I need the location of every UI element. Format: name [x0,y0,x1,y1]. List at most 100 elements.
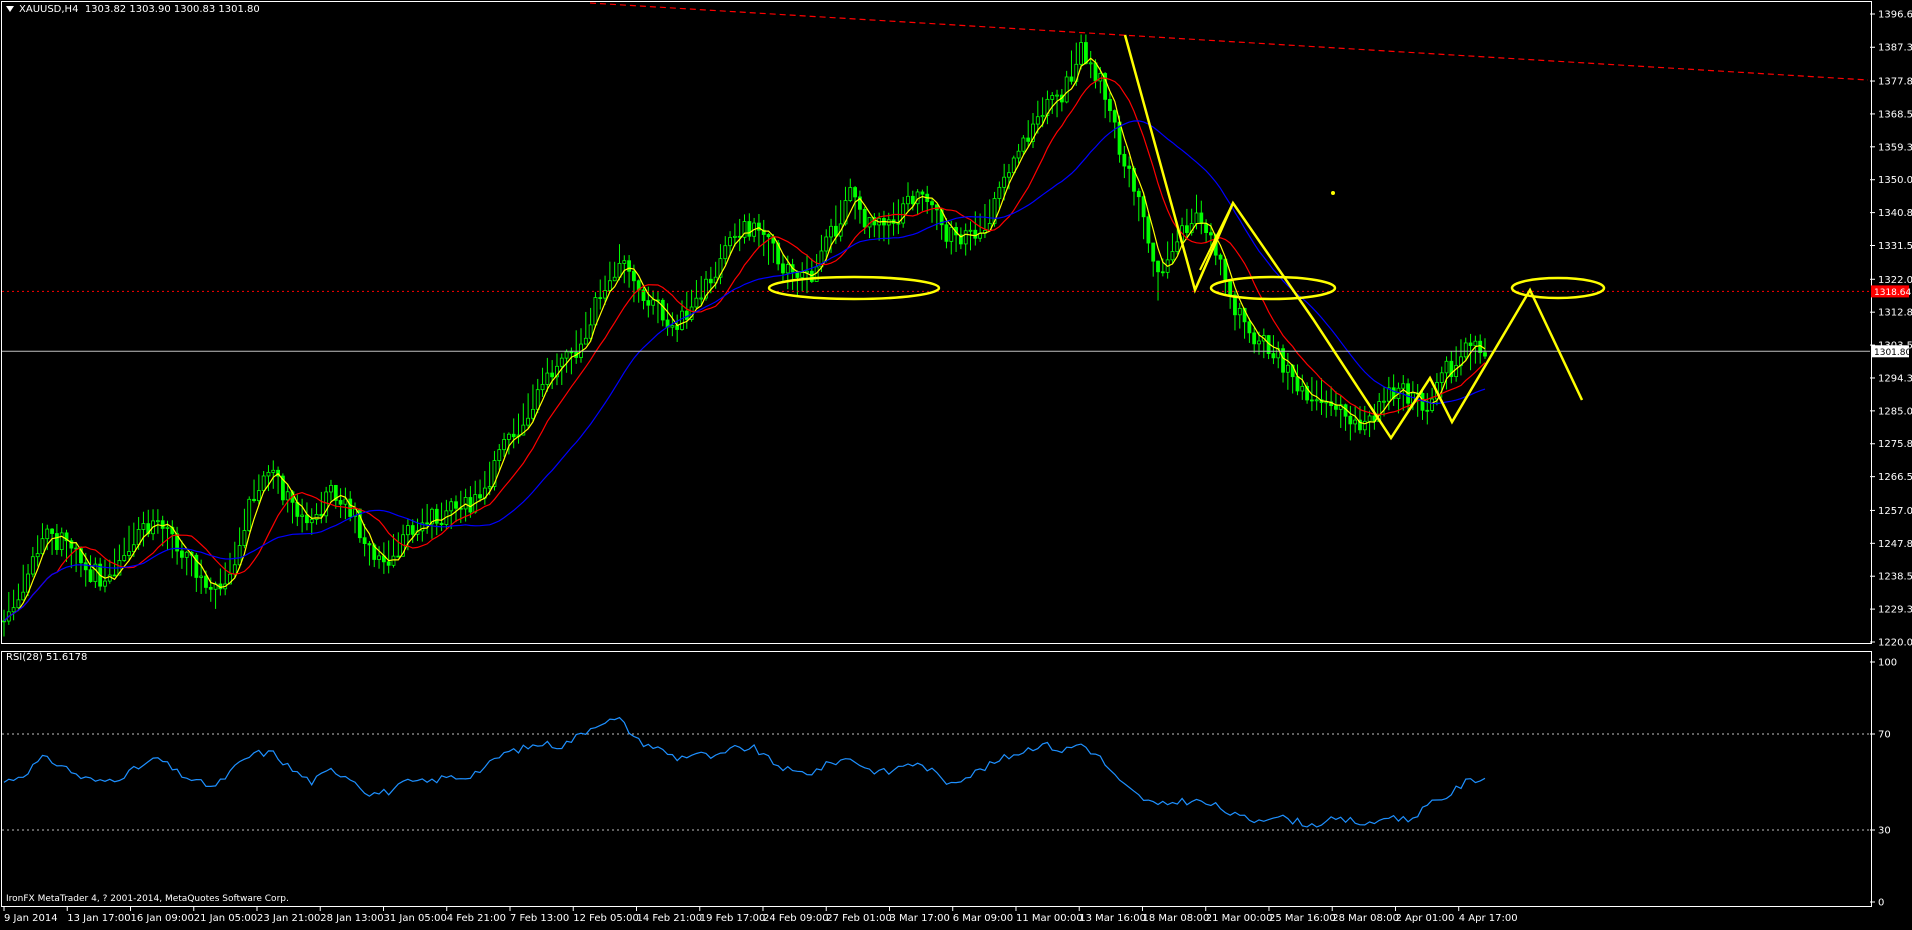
candle-body [314,514,319,520]
candle-body [694,297,699,308]
time-tick-label: 11 Mar 00:00 [1016,913,1083,924]
time-tick-label: 19 Feb 17:00 [700,913,766,924]
candle-body [449,501,454,512]
candle-body [1079,42,1083,65]
candle-body [16,599,21,609]
candle-body [699,297,704,300]
price-tick-label: 1275.80 [1878,439,1912,450]
candle-body [1430,398,1435,411]
price-tick-label: 1247.80 [1878,539,1912,550]
time-tick-label: 3 Mar 17:00 [889,913,949,924]
candle-body [300,514,305,517]
price-tick-label: 1257.05 [1878,506,1912,517]
ma-slow-line [3,120,1486,622]
candle-body [617,263,622,278]
candle-body [1257,340,1261,345]
candle-body [1055,94,1059,97]
projection-zigzag [1123,34,1584,441]
time-tick-label: 9 Jan 2014 [4,913,58,924]
candle-body [632,270,636,282]
candle-body [833,225,838,237]
candle-body [367,543,372,546]
candle-body [1218,254,1223,260]
red-level-price-label: 1318.64 [1874,288,1911,298]
ma-mid-line [3,77,1486,622]
candle-body [1160,271,1165,274]
candle-body [305,514,309,524]
candle-body [122,555,127,561]
candle-body [1228,279,1233,296]
candle-body [540,384,545,391]
candle-body [50,528,54,534]
candle-body [396,555,401,558]
time-tick-label: 25 Mar 16:00 [1269,913,1336,924]
candle-body [45,528,50,540]
candle-body [103,580,107,587]
candle-body [603,290,607,299]
candle-body [550,372,555,378]
price-tick-label: 1220.05 [1878,638,1912,649]
candle-body [535,389,540,410]
rsi-tick-label: 70 [1878,730,1891,741]
candle-body [266,471,271,477]
chart-window[interactable]: 1396.65 1387.30 1377.80 1368.55 1359.30 1350.… [0,0,1912,926]
time-tick-label: 14 Feb 21:00 [636,913,702,924]
candle-body [728,237,732,247]
candle-body [1146,216,1151,244]
candle-body [252,498,256,502]
candle-body [963,230,968,245]
candle-body [1184,225,1189,233]
candle-body [973,229,978,239]
candle-body [11,607,16,613]
candle-body [1444,360,1449,374]
candle-body [627,260,631,272]
candle-body [338,500,343,505]
chart-canvas[interactable]: 1396.65 1387.30 1377.80 1368.55 1359.30 1350.… [0,0,1912,926]
time-tick-label: 23 Jan 21:00 [257,913,320,924]
candle-body [862,208,867,228]
rsi-pane-border [1,651,1872,907]
candle-body [1108,98,1112,111]
time-tick-label: 21 Jan 05:00 [194,913,257,924]
candle-body [569,351,574,354]
candle-body [1021,137,1026,152]
candle-body [680,310,684,330]
price-tick-label: 1266.55 [1878,472,1912,483]
candle-body [88,569,93,582]
candle-body [1281,348,1285,373]
candle-body [180,550,184,558]
price-tick-label: 1377.80 [1878,77,1912,88]
candle-body [598,297,603,299]
candle-body [487,486,492,489]
time-tick-label: 31 Jan 05:00 [383,913,446,924]
candle-body [208,587,213,590]
time-tick-label: 12 Feb 05:00 [573,913,639,924]
candle-body [1007,172,1011,178]
rsi-tick-label: 30 [1878,826,1891,837]
time-tick-label: 21 Mar 00:00 [1206,913,1273,924]
candle-body [1069,76,1074,82]
time-tick-label: 13 Mar 16:00 [1079,913,1146,924]
candle-body [1309,399,1314,402]
copyright-text: IronFX MetaTrader 4, ? 2001-2014, MetaQu… [6,894,289,904]
candle-body [1401,383,1406,389]
candle-body [30,556,35,575]
candle-body [1011,157,1016,174]
candle-body [1035,116,1040,125]
candle-body [309,519,314,524]
candle-body [646,300,651,306]
price-pane [2,34,1870,637]
candle-body [1463,342,1468,358]
candle-body [1156,260,1160,273]
candle-body [1295,376,1300,392]
candle-body [468,497,473,513]
candle-body [184,551,189,558]
candle-body [1314,399,1319,402]
candle-body [901,203,906,224]
candle-body [204,575,208,588]
candle-body [1050,95,1055,100]
candle-body [848,187,853,201]
candle-body [506,433,511,440]
candle-body [1093,62,1098,82]
candle-body [362,537,367,544]
